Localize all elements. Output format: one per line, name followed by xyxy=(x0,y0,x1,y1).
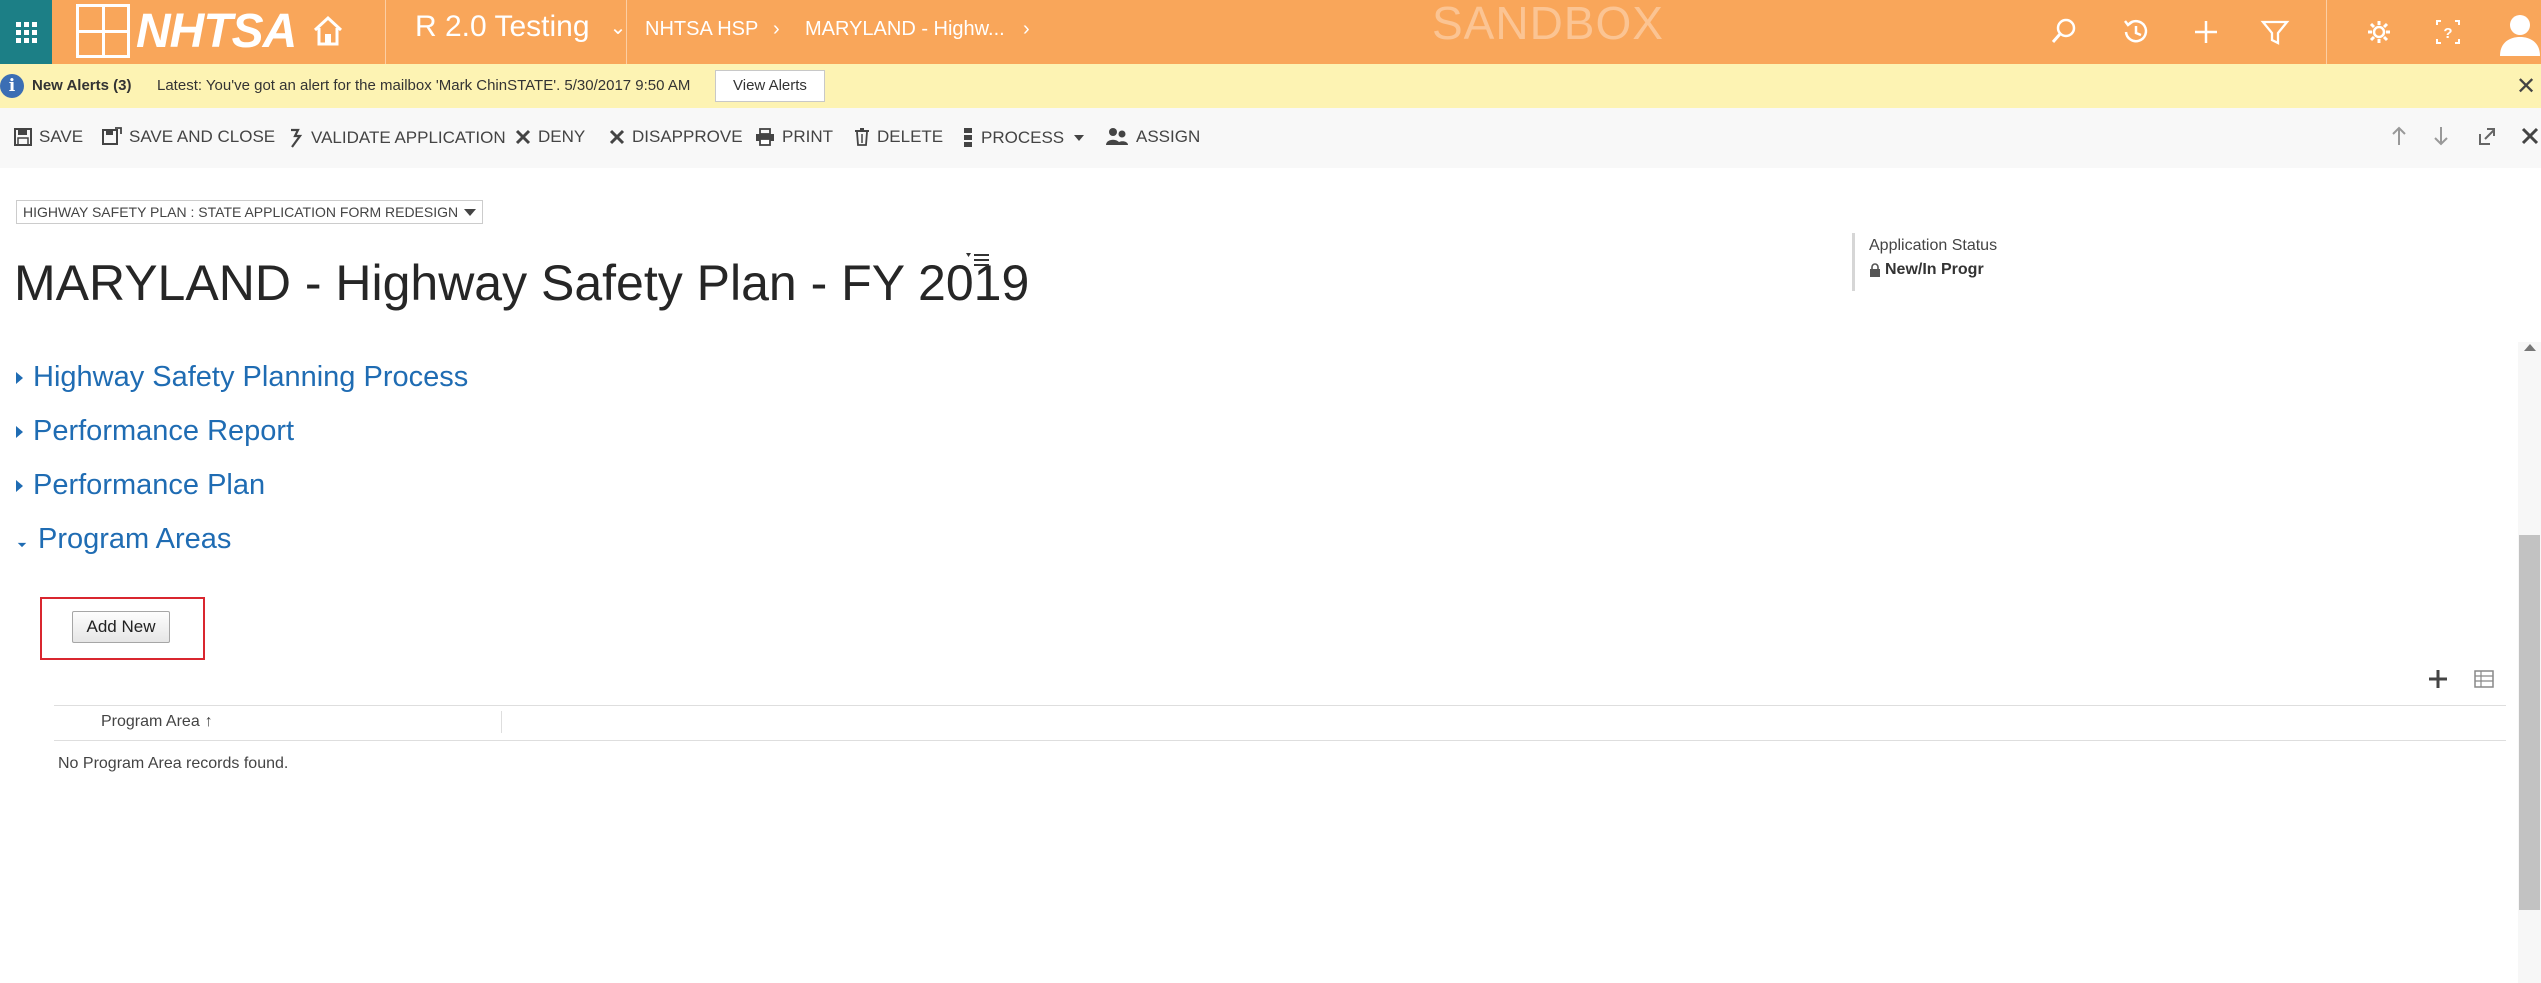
save-icon xyxy=(14,128,32,146)
info-icon: i xyxy=(0,74,24,98)
svg-text:?: ? xyxy=(2443,25,2452,42)
section-label: Highway Safety Planning Process xyxy=(33,361,469,393)
assign-icon xyxy=(1106,128,1128,145)
command-bar: SAVE SAVE AND CLOSE VALIDATE APPLICATION… xyxy=(0,108,2541,168)
app-name: R 2.0 Testing xyxy=(415,10,590,43)
divider xyxy=(385,0,386,64)
section-program-areas[interactable]: Program Areas xyxy=(13,523,232,556)
page-title: MARYLAND - Highway Safety Plan - FY 2019 xyxy=(14,254,1030,311)
collapse-icon xyxy=(13,533,27,547)
column-header-label: Program Area xyxy=(101,713,200,730)
section-performance-plan[interactable]: Performance Plan xyxy=(16,469,265,502)
save-close-icon xyxy=(102,127,122,145)
user-icon xyxy=(2500,15,2540,56)
expand-icon xyxy=(16,479,23,492)
section-label: Program Areas xyxy=(38,523,232,555)
form-selector[interactable]: HIGHWAY SAFETY PLAN : STATE APPLICATION … xyxy=(16,200,484,224)
search-icon[interactable] xyxy=(2048,16,2080,48)
disapprove-button[interactable]: DISAPPROVE xyxy=(609,127,743,147)
divider xyxy=(2326,0,2327,64)
empty-grid-message: No Program Area records found. xyxy=(58,755,289,772)
help-icon[interactable]: ? xyxy=(2432,16,2464,48)
column-divider[interactable] xyxy=(501,711,502,733)
logo-text: NHTSA xyxy=(136,4,297,58)
sort-ascending-icon: ↑ xyxy=(204,713,213,730)
app-switcher[interactable]: R 2.0 Testing ⌄ xyxy=(415,10,626,44)
gear-icon[interactable] xyxy=(2363,16,2395,48)
breadcrumb-area[interactable]: NHTSA HSP xyxy=(645,18,758,41)
plus-icon[interactable] xyxy=(2190,16,2222,48)
assign-button[interactable]: ASSIGN xyxy=(1105,127,1200,147)
print-button[interactable]: PRINT xyxy=(755,127,833,147)
alert-message: Latest: You've got an alert for the mail… xyxy=(157,77,691,94)
application-status-value: New/In Progr xyxy=(1869,261,1997,279)
expand-icon xyxy=(16,371,23,384)
record-menu-icon[interactable] xyxy=(966,250,990,268)
save-button[interactable]: SAVE xyxy=(14,127,83,147)
x-icon xyxy=(515,129,531,145)
history-icon[interactable] xyxy=(2119,16,2151,48)
alert-title: New Alerts (3) xyxy=(32,77,132,94)
divider xyxy=(626,0,627,64)
x-icon xyxy=(609,129,625,145)
form-selector-label: HIGHWAY SAFETY PLAN : STATE APPLICATION … xyxy=(23,204,459,220)
close-icon[interactable] xyxy=(2520,125,2540,147)
delete-label: DELETE xyxy=(877,127,944,146)
delete-button[interactable]: DELETE xyxy=(854,127,943,147)
arrow-up-icon[interactable] xyxy=(2391,125,2407,147)
caret-down-icon xyxy=(464,208,477,216)
lock-icon xyxy=(1870,263,1880,277)
caret-down-icon xyxy=(1074,135,1085,141)
validate-application-label: VALIDATE APPLICATION xyxy=(311,128,506,147)
chevron-down-icon: ⌄ xyxy=(609,16,627,39)
section-performance-report[interactable]: Performance Report xyxy=(16,415,294,448)
deny-label: DENY xyxy=(538,127,586,146)
validate-application-button[interactable]: VALIDATE APPLICATION xyxy=(288,127,506,149)
chevron-right-icon[interactable]: › xyxy=(1023,18,1030,41)
process-label: PROCESS xyxy=(981,128,1065,147)
assign-label: ASSIGN xyxy=(1136,127,1201,146)
section-label: Performance Plan xyxy=(33,469,266,501)
pop-out-icon[interactable] xyxy=(2477,125,2497,147)
add-new-button[interactable]: Add New xyxy=(72,611,170,643)
expand-icon xyxy=(16,425,23,438)
arrow-down-icon[interactable] xyxy=(2433,125,2449,147)
scroll-up-icon[interactable] xyxy=(2524,344,2536,351)
trash-icon xyxy=(855,128,869,146)
process-dropdown[interactable]: PROCESS xyxy=(962,127,1085,149)
alert-bar: i New Alerts (3) Latest: You've got an a… xyxy=(0,64,2541,108)
close-icon[interactable]: ✕ xyxy=(2516,72,2536,101)
application-status-text: New/In Progr xyxy=(1885,261,1984,278)
save-label: SAVE xyxy=(39,127,84,146)
deny-button[interactable]: DENY xyxy=(515,127,585,147)
section-highway-safety-planning-process[interactable]: Highway Safety Planning Process xyxy=(16,361,468,394)
print-icon xyxy=(756,128,774,146)
application-status-label: Application Status xyxy=(1869,237,1998,254)
sandbox-watermark: SANDBOX xyxy=(1432,0,1664,49)
save-and-close-label: SAVE AND CLOSE xyxy=(129,127,276,146)
grid-header-divider xyxy=(54,740,2506,741)
print-label: PRINT xyxy=(782,127,833,146)
grid-view-icon[interactable] xyxy=(2474,670,2494,688)
process-icon xyxy=(964,128,972,147)
app-launcher-icon[interactable] xyxy=(0,0,52,64)
user-avatar[interactable] xyxy=(2498,8,2541,56)
validate-icon xyxy=(291,128,303,148)
section-label: Performance Report xyxy=(33,415,295,447)
save-and-close-button[interactable]: SAVE AND CLOSE xyxy=(102,127,275,147)
grid-top-divider xyxy=(54,705,2506,706)
disapprove-label: DISAPPROVE xyxy=(632,127,743,146)
column-header-program-area[interactable]: Program Area ↑ xyxy=(101,713,213,731)
application-status: Application Status New/In Progr xyxy=(1852,233,1997,291)
home-icon[interactable] xyxy=(312,14,344,48)
view-alerts-button[interactable]: View Alerts xyxy=(715,70,825,102)
filter-icon[interactable] xyxy=(2259,16,2291,48)
scrollbar-thumb[interactable] xyxy=(2519,535,2540,910)
add-record-icon[interactable] xyxy=(2427,668,2449,690)
chevron-right-icon: › xyxy=(773,18,780,40)
breadcrumb-record[interactable]: MARYLAND - Highw... xyxy=(805,18,1005,41)
top-navigation-bar: NHTSA R 2.0 Testing ⌄ NHTSA HSP › MARYLA… xyxy=(0,0,2541,64)
nhtsa-logo[interactable]: NHTSA xyxy=(76,2,297,60)
